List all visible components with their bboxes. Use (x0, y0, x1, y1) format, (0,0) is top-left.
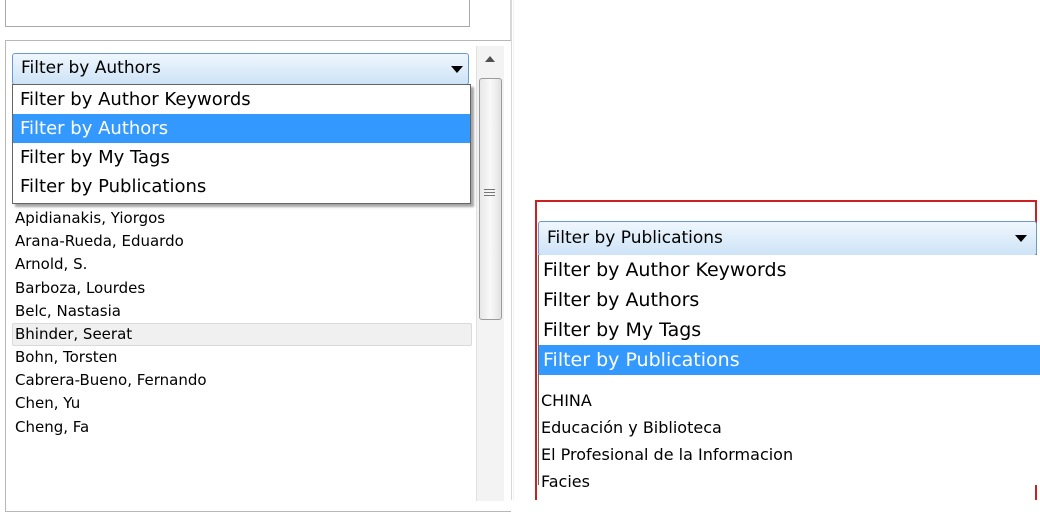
filter-combobox-value: Filter by Publications (547, 228, 723, 248)
chevron-down-icon[interactable] (451, 66, 463, 73)
filter-combobox-right[interactable]: Filter by Publications (538, 221, 1037, 256)
author-list-item-selected[interactable]: Bhinder, Seerat (12, 322, 472, 346)
publication-list-item[interactable]: Educación y Biblioteca (541, 414, 793, 441)
dropdown-option-author-keywords[interactable]: Filter by Author Keywords (539, 255, 1040, 285)
author-list-item[interactable]: Cabrera-Bueno, Fernando (14, 369, 474, 392)
panel-splitter-highlight (513, 0, 514, 500)
scroll-up-arrow-icon[interactable] (477, 46, 503, 74)
dropdown-option-authors[interactable]: Filter by Authors (539, 285, 1040, 315)
dropdown-option-author-keywords[interactable]: Filter by Author Keywords (13, 85, 470, 114)
filter-combobox-value: Filter by Authors (21, 58, 161, 78)
author-list-item[interactable]: Arana-Rueda, Eduardo (14, 230, 474, 253)
author-list-item[interactable]: Bohn, Torsten (14, 346, 474, 369)
filter-dropdown-left[interactable]: Filter by Author Keywords Filter by Auth… (12, 84, 471, 204)
chevron-down-icon[interactable] (1015, 235, 1027, 242)
scrollbar-grip-icon (484, 189, 495, 201)
author-list-item[interactable]: Belc, Nastasia (14, 300, 474, 323)
author-list-item[interactable]: Cheng, Fa (14, 416, 474, 439)
dropdown-option-publications[interactable]: Filter by Publications (539, 345, 1040, 375)
author-list-item[interactable]: Apidianakis, Yiorgos (14, 207, 474, 230)
author-list[interactable]: Apidianakis, Yiorgos Arana-Rueda, Eduard… (12, 207, 474, 439)
publication-list-item[interactable]: Facies (541, 468, 793, 495)
publication-list[interactable]: CHINA Educación y Biblioteca El Profesio… (541, 387, 793, 495)
dropdown-option-my-tags[interactable]: Filter by My Tags (13, 143, 470, 172)
author-list-item[interactable]: Chen, Yu (14, 392, 474, 415)
publication-list-item[interactable]: El Profesional de la Informacion (541, 441, 793, 468)
filter-combobox-left[interactable]: Filter by Authors (12, 53, 469, 85)
author-list-item[interactable]: Arnold, S. (14, 253, 474, 276)
author-list-item[interactable]: Barboza, Lourdes (14, 277, 474, 300)
dropdown-option-publications[interactable]: Filter by Publications (13, 172, 470, 201)
publication-list-item[interactable]: CHINA (541, 387, 793, 414)
top-text-field[interactable] (5, 0, 470, 27)
dropdown-option-authors[interactable]: Filter by Authors (13, 114, 470, 143)
dropdown-option-my-tags[interactable]: Filter by My Tags (539, 315, 1040, 345)
